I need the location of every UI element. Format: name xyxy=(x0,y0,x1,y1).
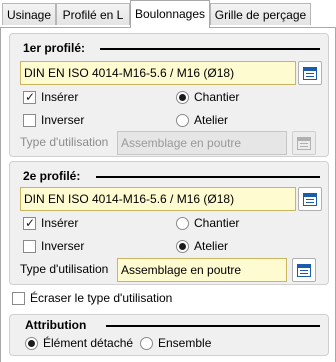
check-icon: ✓ xyxy=(25,90,36,104)
profile2-title: 2e profilé: xyxy=(23,169,81,183)
profile2-title-rule xyxy=(96,176,320,178)
tab-boulonnages[interactable]: Boulonnages xyxy=(130,0,210,28)
list-icon xyxy=(297,136,311,150)
profile2-usage-field[interactable]: Assemblage en poutre xyxy=(117,258,287,282)
profile1-title-rule xyxy=(100,48,320,50)
tab-grille-percage-label: Grille de perçage xyxy=(214,8,307,22)
profile2-usage-list-button[interactable] xyxy=(292,258,316,282)
profile2-insert-label: Insérer xyxy=(41,216,79,230)
profile1-insert-label: Insérer xyxy=(41,90,79,104)
tab-strip: Usinage Profilé en L Boulonnages Grille … xyxy=(0,0,336,28)
profile1-usage-label: Type d'utilisation xyxy=(20,135,109,149)
tab-profile-l-label: Profilé en L xyxy=(62,8,124,22)
profile1-bolt-value: DIN EN ISO 4014-M16-5.6 / M16 (Ø18) xyxy=(24,66,235,80)
attribution-group: Attribution Élément détaché Ensemble xyxy=(9,314,329,356)
checkbox-box xyxy=(23,240,36,253)
attribution-detached-label: Élément détaché xyxy=(43,336,134,350)
profile1-site-label: Chantier xyxy=(194,90,240,104)
tab-grille-percage[interactable]: Grille de perçage xyxy=(210,3,311,25)
attribution-title-rule xyxy=(106,325,320,327)
radio-circle xyxy=(176,240,189,253)
profile2-bolt-field[interactable]: DIN EN ISO 4014-M16-5.6 / M16 (Ø18) xyxy=(20,187,296,211)
tab-usinage-label: Usinage xyxy=(6,8,52,22)
profile2-group: 2e profilé: DIN EN ISO 4014-M16-5.6 / M1… xyxy=(9,161,329,285)
checkbox-box: ✓ xyxy=(23,90,36,104)
profile1-workshop-label: Atelier xyxy=(194,113,229,127)
profile1-bolt-list-button[interactable] xyxy=(298,61,322,85)
attribution-title: Attribution xyxy=(25,318,87,332)
checkbox-box xyxy=(23,114,36,127)
tab-boulonnages-label: Boulonnages xyxy=(134,7,206,21)
list-icon xyxy=(297,263,311,277)
profile2-site-label: Chantier xyxy=(194,216,240,230)
tab-profile-l[interactable]: Profilé en L xyxy=(56,3,130,25)
checkbox-box xyxy=(12,292,25,305)
profile1-group: 1er profilé: DIN EN ISO 4014-M16-5.6 / M… xyxy=(9,33,329,157)
radio-circle xyxy=(176,91,189,104)
profile1-usage-list-button xyxy=(292,131,316,155)
profile2-invert-label: Inverser xyxy=(41,239,85,253)
list-icon xyxy=(303,192,317,206)
radio-selected-dot xyxy=(179,243,186,250)
overwrite-usage-label: Écraser le type d'utilisation xyxy=(30,291,173,305)
radio-selected-dot xyxy=(179,94,186,101)
radio-selected-dot xyxy=(28,340,35,347)
radio-circle xyxy=(176,114,189,127)
radio-circle xyxy=(140,337,153,350)
radio-circle xyxy=(25,337,38,350)
radio-circle xyxy=(176,217,189,230)
profile1-invert-label: Inverser xyxy=(41,113,85,127)
profile1-bolt-field[interactable]: DIN EN ISO 4014-M16-5.6 / M16 (Ø18) xyxy=(20,61,296,85)
profile2-bolt-list-button[interactable] xyxy=(298,187,322,211)
tab-usinage[interactable]: Usinage xyxy=(2,3,56,25)
profile2-workshop-label: Atelier xyxy=(194,239,229,253)
profile1-usage-value: Assemblage en poutre xyxy=(121,136,242,150)
profile2-usage-value: Assemblage en poutre xyxy=(121,263,242,277)
list-icon xyxy=(303,66,317,80)
attribution-assembly-label: Ensemble xyxy=(158,336,212,350)
tab-panel: 1er profilé: DIN EN ISO 4014-M16-5.6 / M… xyxy=(0,27,336,362)
check-icon: ✓ xyxy=(25,216,36,230)
checkbox-box: ✓ xyxy=(23,216,36,230)
profile2-usage-label: Type d'utilisation xyxy=(20,262,109,276)
profile1-usage-field: Assemblage en poutre xyxy=(117,131,287,155)
profile2-bolt-value: DIN EN ISO 4014-M16-5.6 / M16 (Ø18) xyxy=(24,192,235,206)
profile1-title: 1er profilé: xyxy=(23,41,86,55)
